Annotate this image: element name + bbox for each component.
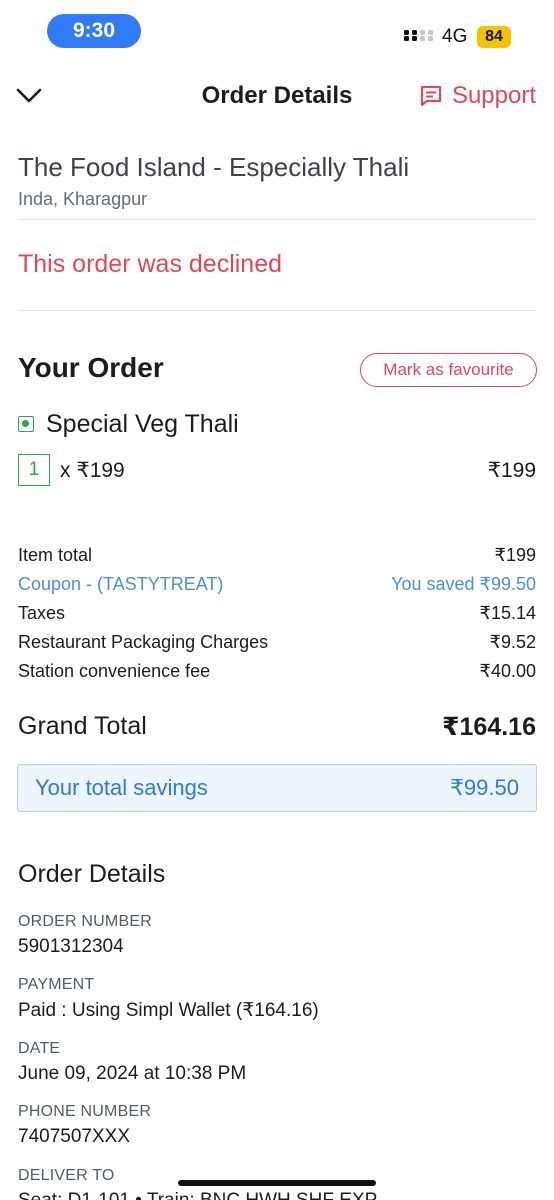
field-label: DATE bbox=[18, 1040, 61, 1057]
support-button[interactable]: Support bbox=[418, 82, 536, 110]
bill-row-taxes: Taxes ₹15.14 bbox=[18, 601, 536, 630]
mark-favourite-button[interactable]: Mark as favourite bbox=[360, 353, 537, 387]
field-value: June 09, 2024 at 10:38 PM bbox=[18, 1063, 247, 1084]
grand-total-value: ₹164.16 bbox=[442, 713, 536, 741]
coupon-savings: You saved ₹99.50 bbox=[391, 574, 536, 594]
restaurant-location: Inda, Kharagpur bbox=[18, 189, 148, 209]
your-order-heading: Your Order bbox=[18, 352, 164, 383]
order-details-heading: Order Details bbox=[18, 860, 166, 888]
restaurant-name: The Food Island - Especially Thali bbox=[18, 152, 410, 182]
field-value: Paid : Using Simpl Wallet (₹164.16) bbox=[18, 1000, 319, 1021]
savings-label: Your total savings bbox=[35, 775, 208, 800]
home-indicator[interactable] bbox=[178, 1180, 376, 1186]
date-field: DATE June 09, 2024 at 10:38 PM bbox=[18, 1040, 536, 1085]
header: Order Details Support bbox=[0, 70, 554, 124]
bill-row-packaging: Restaurant Packaging Charges ₹9.52 bbox=[18, 630, 536, 659]
bill-label: Item total bbox=[18, 545, 93, 565]
field-value: 7407507XXX bbox=[18, 1126, 130, 1147]
field-label: PAYMENT bbox=[18, 976, 95, 993]
bill-row-coupon: Coupon - (TASTYTREAT) You saved ₹99.50 bbox=[18, 572, 536, 601]
signal-icon bbox=[404, 30, 436, 46]
bill-label: Station convenience fee bbox=[18, 661, 211, 681]
bill-details: Item total ₹199 Coupon - (TASTYTREAT) Yo… bbox=[18, 543, 536, 688]
battery-icon: 84 bbox=[477, 26, 511, 48]
field-value: Seat: D1-101 • Train: BNC HWH SHF EXP bbox=[18, 1190, 536, 1200]
coupon-label: Coupon - (TASTYTREAT) bbox=[18, 574, 224, 594]
field-value: 5901312304 bbox=[18, 936, 124, 957]
veg-icon bbox=[18, 416, 34, 432]
grand-total: Grand Total ₹164.16 bbox=[18, 712, 536, 742]
bill-label: Taxes bbox=[18, 603, 66, 623]
phone-number-field: PHONE NUMBER 7407507XXX bbox=[18, 1103, 536, 1148]
order-number-field: ORDER NUMBER 5901312304 bbox=[18, 913, 536, 958]
support-label: Support bbox=[451, 82, 536, 109]
status-bar: 9:30 4G 84 bbox=[0, 0, 554, 64]
network-type: 4G bbox=[442, 26, 468, 47]
order-status: This order was declined bbox=[18, 250, 283, 278]
bill-row-item-total: Item total ₹199 bbox=[18, 543, 536, 572]
item-quantity: 1 bbox=[18, 454, 50, 486]
bill-value: ₹15.14 bbox=[479, 603, 537, 623]
total-savings-banner: Your total savings ₹99.50 bbox=[17, 764, 537, 812]
bill-value: ₹199 bbox=[494, 545, 536, 565]
divider bbox=[18, 310, 536, 311]
bill-value: ₹40.00 bbox=[479, 661, 537, 681]
restaurant-info: The Food Island - Especially Thali Inda,… bbox=[18, 152, 536, 210]
bill-value: ₹9.52 bbox=[489, 632, 537, 652]
bill-row-convenience-fee: Station convenience fee ₹40.00 bbox=[18, 659, 536, 688]
grand-total-label: Grand Total bbox=[18, 712, 147, 740]
item-name: Special Veg Thali bbox=[46, 410, 239, 438]
field-label: ORDER NUMBER bbox=[18, 913, 152, 930]
item-unit-price: x ₹199 bbox=[60, 459, 125, 482]
bill-label: Restaurant Packaging Charges bbox=[18, 632, 269, 652]
status-time: 9:30 bbox=[47, 14, 141, 48]
chat-icon bbox=[420, 85, 442, 107]
payment-field: PAYMENT Paid : Using Simpl Wallet (₹164.… bbox=[18, 976, 536, 1022]
divider bbox=[18, 219, 536, 220]
savings-value: ₹99.50 bbox=[449, 775, 519, 800]
item-total: ₹199 bbox=[487, 459, 536, 482]
field-label: PHONE NUMBER bbox=[18, 1103, 152, 1120]
